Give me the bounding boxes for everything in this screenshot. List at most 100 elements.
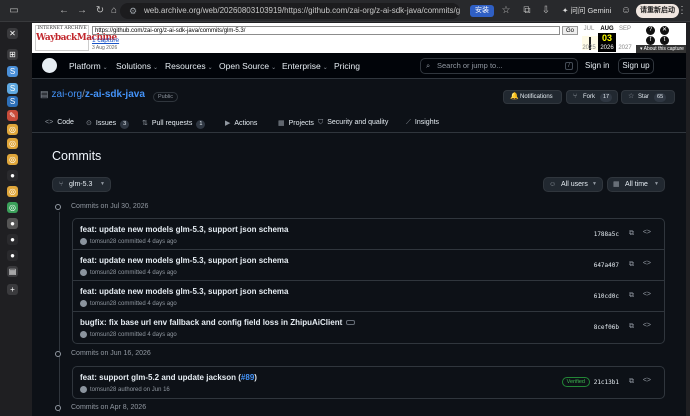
tab-security-and-quality[interactable]: ⛉ Security and quality	[318, 119, 388, 127]
gemini-button[interactable]: ✦ 问问 Gemini	[562, 4, 611, 18]
update-button[interactable]: 请重新启动	[636, 4, 679, 18]
nav-open-source[interactable]: Open Source ⌄	[219, 61, 276, 71]
bookmark-icon[interactable]: ☆	[500, 5, 512, 17]
app-icon[interactable]: S	[7, 96, 18, 107]
copy-icon[interactable]: ⧉	[629, 378, 634, 386]
commit-sha-link[interactable]: 647a407	[594, 262, 619, 269]
star-button[interactable]: ☆ Star 65	[621, 90, 675, 104]
wayback-go-button[interactable]: Go	[562, 26, 578, 35]
nav-pricing[interactable]: Pricing	[334, 61, 360, 71]
wayback-logo[interactable]: INTERNET ARCHIVE WaybackMachine	[35, 25, 117, 51]
home-icon[interactable]: ⌂	[108, 5, 120, 17]
wayback-facebook-icon[interactable]: f	[646, 36, 655, 45]
forward-icon[interactable]: →	[76, 5, 88, 17]
browse-code-icon[interactable]: <>	[643, 377, 651, 384]
page-icon[interactable]: ▤	[7, 266, 18, 277]
extensions-icon[interactable]: ⧉	[521, 5, 533, 17]
github-icon[interactable]: ●	[7, 234, 18, 245]
time-filter[interactable]: ▦ All time ▼	[607, 177, 665, 192]
chrome-icon[interactable]: ◎	[7, 186, 18, 197]
github-logo-icon[interactable]	[42, 58, 57, 73]
tab-grid-icon[interactable]: ⊞	[7, 49, 18, 60]
tab-pull-requests[interactable]: ⇅ Pull requests 1	[142, 119, 206, 129]
install-button[interactable]: 安装	[470, 5, 494, 17]
chrome-icon[interactable]: ◎	[7, 124, 18, 135]
commit-sha-link[interactable]: 21c13b1	[594, 379, 619, 386]
search-input[interactable]: ⌕ Search or jump to... /	[420, 58, 578, 74]
menu-icon[interactable]: ⋮	[676, 5, 688, 17]
wayback-month-prev[interactable]: JUL	[580, 25, 598, 33]
feather-icon[interactable]: ✎	[7, 110, 18, 121]
tab-code[interactable]: <> Code	[45, 119, 74, 126]
commit-sha-link[interactable]: 8cef06b	[594, 324, 619, 331]
expand-message-icon[interactable]	[346, 320, 356, 326]
commit-sha-link[interactable]: 1788a5c	[594, 231, 619, 238]
commit-message[interactable]: feat: update new models glm-5.3, support…	[80, 225, 288, 234]
tab-insights[interactable]: ⟋ Insights	[406, 119, 439, 127]
nav-enterprise[interactable]: Enterprise ⌄	[282, 61, 328, 71]
github-icon[interactable]: ●	[7, 218, 18, 229]
wayback-captures-link[interactable]: 1 capture	[92, 37, 119, 44]
verified-badge[interactable]: Verified	[561, 377, 590, 387]
sidebar-toggle-icon[interactable]: ▭	[8, 5, 20, 17]
downloads-icon[interactable]: ⇩	[540, 5, 552, 17]
add-icon[interactable]: +	[7, 284, 18, 295]
commit-message[interactable]: feat: update new models glm-5.3, support…	[80, 287, 288, 296]
wayback-help-icon[interactable]: ?	[646, 26, 655, 35]
browse-code-icon[interactable]: <>	[643, 229, 651, 236]
wayback-year-prev[interactable]: 2025	[580, 44, 598, 52]
wayback-twitter-icon[interactable]: t	[660, 36, 669, 45]
users-filter[interactable]: ☺ All users ▼	[543, 177, 603, 192]
tab-issues[interactable]: ⊙ Issues 3	[86, 119, 130, 129]
app-icon[interactable]: S	[7, 83, 18, 94]
pr-link[interactable]: #89	[241, 373, 254, 382]
sign-up-button[interactable]: Sign up	[618, 58, 654, 74]
commit-author[interactable]: tomsun28	[90, 332, 116, 338]
commit-author[interactable]: tomsun28	[90, 239, 116, 245]
avatar[interactable]	[80, 238, 87, 245]
wayback-year-next[interactable]: 2027	[616, 44, 634, 52]
browse-code-icon[interactable]: <>	[643, 260, 651, 267]
commit-message[interactable]: feat: update new models glm-5.3, support…	[80, 256, 288, 265]
wayback-url-input[interactable]: https://github.com/zai-org/z-ai-sdk-java…	[92, 26, 560, 35]
notifications-button[interactable]: 🔔 Notifications	[503, 90, 562, 104]
github-icon[interactable]: ●	[7, 250, 18, 261]
commit-message-text[interactable]: feat: support glm-5.2 and update jackson…	[80, 373, 241, 382]
commit-message[interactable]: bugfix: fix base url env fallback and co…	[80, 318, 356, 327]
tab-actions[interactable]: ▶ Actions	[225, 119, 257, 127]
browse-code-icon[interactable]: <>	[643, 291, 651, 298]
avatar[interactable]	[80, 300, 87, 307]
copy-icon[interactable]: ⧉	[629, 323, 634, 331]
commit-message-text[interactable]: bugfix: fix base url env fallback and co…	[80, 318, 342, 327]
nav-solutions[interactable]: Solutions ⌄	[116, 61, 158, 71]
commit-author[interactable]: tomsun28	[90, 270, 116, 276]
commit-sha-link[interactable]: 610cd0c	[594, 293, 619, 300]
branch-selector[interactable]: ⑂ glm-5.3 ▼	[52, 177, 111, 192]
wayback-close-icon[interactable]: ✕	[660, 26, 669, 35]
chrome-icon[interactable]: ◎	[7, 154, 18, 165]
avatar[interactable]	[80, 331, 87, 338]
commit-message-text[interactable]: feat: update new models glm-5.3, support…	[80, 287, 288, 296]
app-icon[interactable]: S	[7, 66, 18, 77]
copy-icon[interactable]: ⧉	[629, 292, 634, 300]
commit-message-text[interactable]: feat: update new models glm-5.3, support…	[80, 256, 288, 265]
wayback-month-next[interactable]: SEP	[616, 25, 634, 33]
wayback-about-capture[interactable]: ▾ About this capture	[636, 45, 686, 53]
tab-projects[interactable]: ▦ Projects	[278, 119, 314, 127]
copy-icon[interactable]: ⧉	[629, 261, 634, 269]
commit-author[interactable]: tomsun28	[90, 387, 116, 393]
commit-message[interactable]: feat: support glm-5.2 and update jackson…	[80, 373, 257, 382]
browse-code-icon[interactable]: <>	[643, 322, 651, 329]
sign-in-link[interactable]: Sign in	[585, 61, 609, 70]
nav-platform[interactable]: Platform ⌄	[69, 61, 108, 71]
github-icon[interactable]: ●	[7, 170, 18, 181]
repo-owner-link[interactable]: zai-org	[52, 89, 83, 100]
site-info-icon[interactable]: ⚙	[129, 3, 137, 19]
address-bar[interactable]: ⚙ web.archive.org/web/20260803103919/htt…	[120, 3, 460, 19]
chrome-icon[interactable]: ◎	[7, 138, 18, 149]
copy-icon[interactable]: ⧉	[629, 230, 634, 238]
commit-message-text[interactable]: feat: update new models glm-5.3, support…	[80, 225, 288, 234]
close-icon[interactable]: ✕	[7, 28, 18, 39]
avatar[interactable]	[80, 386, 87, 393]
back-icon[interactable]: ←	[58, 5, 70, 17]
